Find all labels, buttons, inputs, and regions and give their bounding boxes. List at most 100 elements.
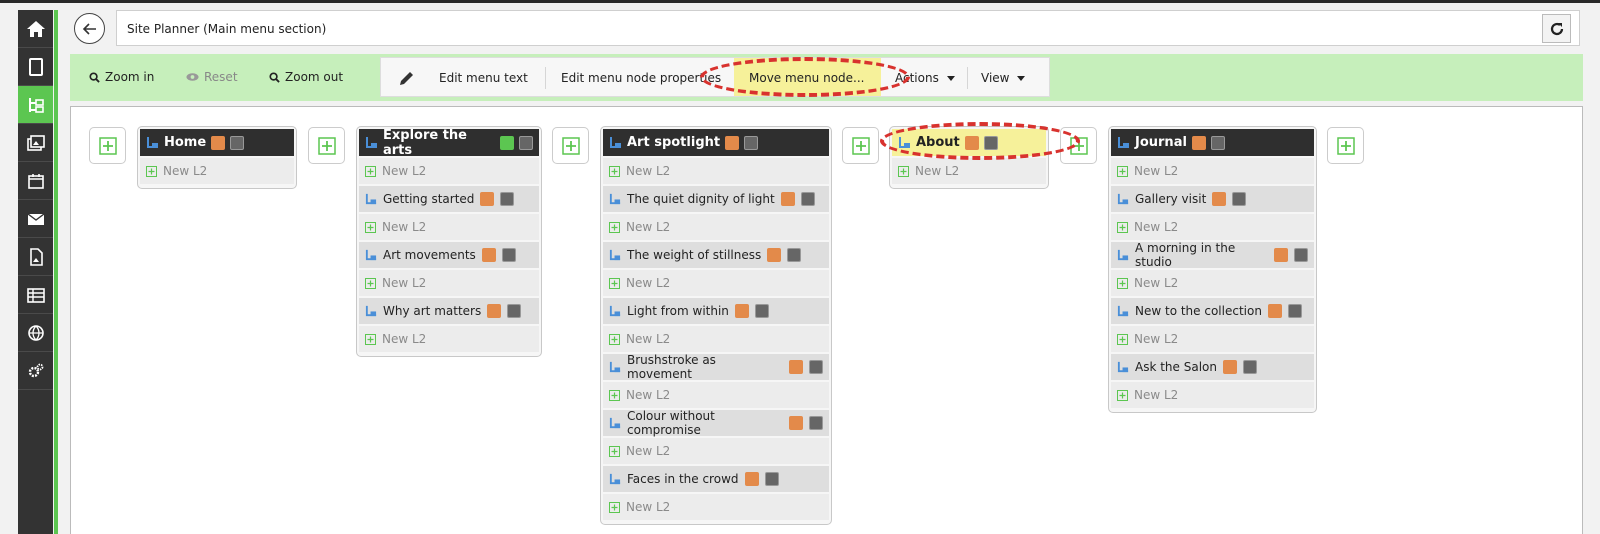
menu-item[interactable]: Brushstroke as movement [603, 353, 829, 381]
menu-item[interactable]: The weight of stillness [603, 242, 829, 268]
new-l2-row[interactable]: New L2 [603, 494, 829, 520]
menu-item[interactable]: A morning in the studio [1111, 241, 1314, 269]
home-page-icon[interactable] [211, 135, 226, 150]
page-icon[interactable] [789, 416, 803, 430]
new-l2-row[interactable]: New L2 [603, 270, 829, 296]
new-l2-row[interactable]: New L2 [140, 158, 294, 184]
link-icon[interactable] [500, 192, 515, 206]
menu-item[interactable]: Gallery visit [1111, 186, 1314, 212]
sidebar-item-media[interactable] [18, 124, 53, 162]
menu-node-header[interactable]: About [892, 129, 1046, 156]
page-icon[interactable] [767, 248, 782, 262]
new-l2-row[interactable]: New L2 [603, 214, 829, 240]
menu-node-header[interactable]: Home [140, 129, 294, 156]
add-l1-button[interactable] [89, 127, 126, 164]
page-icon[interactable] [1267, 304, 1282, 318]
add-l1-button[interactable] [842, 127, 879, 164]
page-icon[interactable] [487, 304, 502, 318]
new-l2-row[interactable]: New L2 [1111, 214, 1314, 240]
new-l2-row[interactable]: New L2 [359, 270, 539, 296]
edit-menu-text-button[interactable]: Edit menu text [439, 71, 528, 85]
add-l1-button[interactable] [308, 127, 345, 164]
link-icon[interactable] [1287, 304, 1302, 318]
new-l2-row[interactable]: New L2 [603, 382, 829, 408]
move-menu-node-button[interactable]: Move menu node... [749, 71, 864, 85]
link-icon[interactable] [1232, 192, 1247, 206]
sidebar-item-sites[interactable] [18, 314, 53, 352]
sidebar-item-files[interactable] [18, 238, 53, 276]
page-icon[interactable] [789, 360, 803, 374]
menu-item[interactable]: The quiet dignity of light [603, 186, 829, 212]
link-icon[interactable] [809, 416, 823, 430]
link-icon[interactable] [501, 248, 516, 262]
sidebar-item-tables[interactable] [18, 276, 53, 314]
link-icon[interactable] [1210, 135, 1225, 150]
menu-node-header[interactable]: Explore the arts [359, 128, 539, 158]
zoom-in-button[interactable]: Zoom in [89, 70, 154, 84]
sidebar-item-settings[interactable] [18, 352, 53, 390]
page-icon[interactable] [744, 472, 759, 486]
menu-node-header[interactable]: Journal [1111, 129, 1314, 156]
sidebar-item-pages[interactable] [18, 48, 53, 86]
link-icon[interactable] [744, 135, 759, 150]
link-icon[interactable] [809, 360, 823, 374]
link-icon[interactable] [1242, 360, 1257, 374]
actions-dropdown[interactable]: Actions [895, 71, 955, 85]
new-l2-row[interactable]: New L2 [359, 158, 539, 184]
new-l2-row[interactable]: New L2 [892, 158, 1046, 184]
page-icon[interactable] [480, 192, 495, 206]
reset-button[interactable]: Reset [186, 70, 238, 84]
page-icon[interactable] [1222, 360, 1237, 374]
new-l2-row[interactable]: New L2 [603, 438, 829, 464]
menu-item[interactable]: Faces in the crowd [603, 466, 829, 492]
page-icon[interactable] [964, 135, 979, 150]
zoom-out-button[interactable]: Zoom out [269, 70, 343, 84]
menu-item[interactable]: Why art matters [359, 298, 539, 324]
add-l1-button[interactable] [1327, 127, 1364, 164]
new-l2-row[interactable]: New L2 [1111, 326, 1314, 352]
back-button[interactable] [74, 13, 105, 44]
new-l2-row[interactable]: New L2 [603, 158, 829, 184]
edit-node-properties-button[interactable]: Edit menu node properties [561, 71, 721, 85]
menu-item[interactable]: Getting started [359, 186, 539, 212]
page-icon[interactable] [500, 135, 514, 150]
new-l2-row[interactable]: New L2 [1111, 270, 1314, 296]
add-l1-button[interactable] [552, 127, 589, 164]
sidebar-item-mail[interactable] [18, 200, 53, 238]
link-icon[interactable] [230, 135, 245, 150]
plus-icon [146, 165, 157, 177]
page-icon[interactable] [1191, 135, 1206, 150]
view-dropdown[interactable]: View [981, 71, 1026, 85]
add-l1-button[interactable] [1060, 127, 1097, 164]
link-icon[interactable] [519, 135, 533, 150]
sidebar-item-home[interactable] [18, 10, 53, 48]
menu-node-header[interactable]: Art spotlight [603, 129, 829, 156]
sidebar-item-calendar[interactable] [18, 162, 53, 200]
link-icon[interactable] [800, 192, 815, 206]
page-icon[interactable] [1274, 248, 1288, 262]
new-l2-row[interactable]: New L2 [1111, 382, 1314, 408]
link-icon[interactable] [507, 304, 522, 318]
menu-item[interactable]: New to the collection [1111, 298, 1314, 324]
new-l2-row[interactable]: New L2 [1111, 158, 1314, 184]
menu-item[interactable]: Ask the Salon [1111, 354, 1314, 380]
link-icon[interactable] [983, 135, 998, 150]
page-icon[interactable] [734, 304, 749, 318]
page-icon[interactable] [481, 248, 496, 262]
sidebar-item-site-planner[interactable] [18, 86, 53, 124]
menu-item[interactable]: Art movements [359, 242, 539, 268]
link-icon[interactable] [1294, 248, 1308, 262]
new-l2-row[interactable]: New L2 [603, 326, 829, 352]
link-icon[interactable] [764, 472, 779, 486]
refresh-button[interactable] [1542, 14, 1571, 43]
menu-item[interactable]: Light from within [603, 298, 829, 324]
menu-item[interactable]: Colour without compromise [603, 409, 829, 437]
new-l2-row[interactable]: New L2 [359, 214, 539, 240]
link-icon[interactable] [754, 304, 769, 318]
new-l2-row[interactable]: New L2 [359, 326, 539, 352]
page-icon[interactable] [780, 192, 795, 206]
page-icon[interactable] [1212, 192, 1227, 206]
link-icon[interactable] [787, 248, 802, 262]
pencil-button[interactable] [398, 69, 416, 87]
page-icon[interactable] [725, 135, 740, 150]
